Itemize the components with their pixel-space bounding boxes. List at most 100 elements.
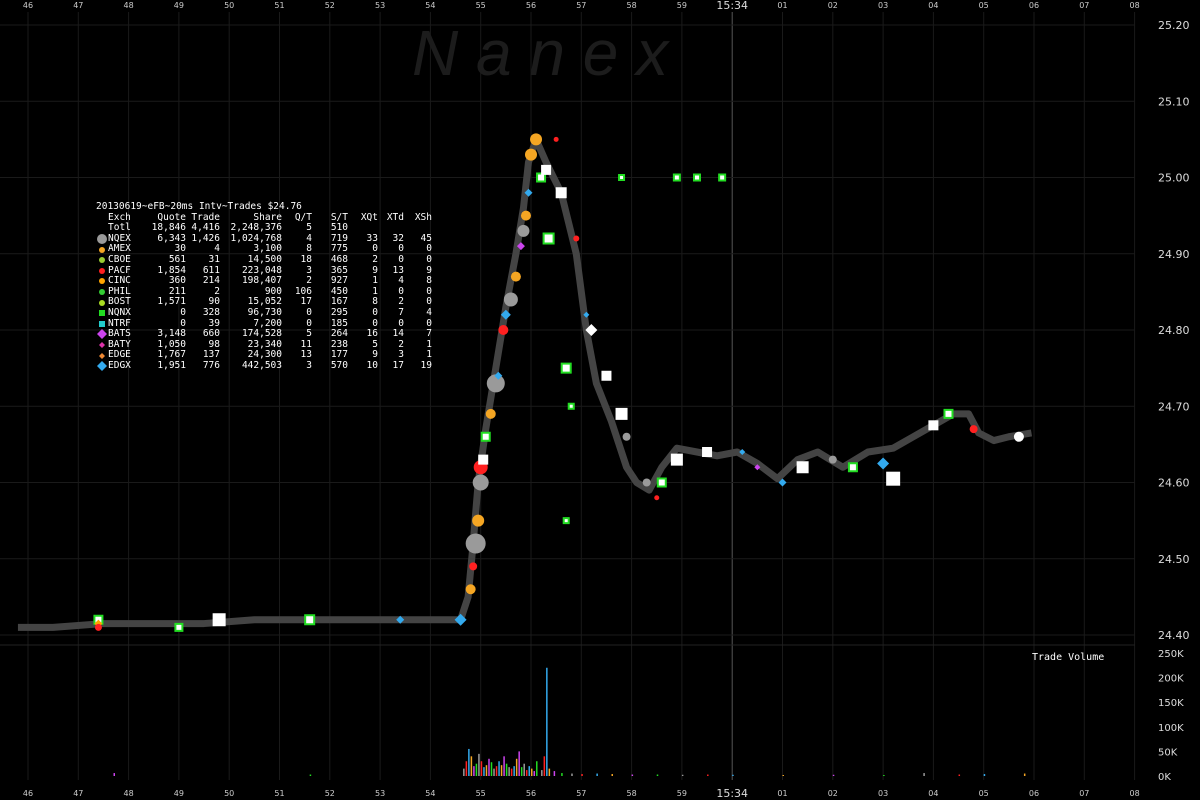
x-tick-label-bottom: 15:34 xyxy=(716,787,748,800)
legend-symbol-diamond-lg xyxy=(96,361,108,372)
x-tick-label-bottom: 53 xyxy=(375,789,385,798)
x-tick-label-bottom: 50 xyxy=(224,789,234,798)
legend-marker-icon xyxy=(99,299,105,306)
x-tick-label-bottom: 07 xyxy=(1079,789,1089,798)
legend-marker-shape xyxy=(99,320,105,327)
price-tick-label: 24.60 xyxy=(1158,477,1190,490)
volume-bar xyxy=(513,766,515,776)
legend-marker-icon xyxy=(99,267,105,274)
legend-cell-share: 14,500 xyxy=(247,253,282,265)
trade-marker xyxy=(472,514,485,527)
legend-cell-exch: CBOE xyxy=(108,253,131,265)
legend-symbol-circle xyxy=(96,266,108,277)
volume-bar xyxy=(611,774,613,776)
legend-cell-xtd: 0 xyxy=(398,253,404,265)
legend-symbol-circle xyxy=(96,255,108,266)
volume-bar xyxy=(465,761,468,776)
x-tick-label-top: 49 xyxy=(174,1,184,10)
volume-bar xyxy=(113,773,116,776)
legend-symbol-square xyxy=(96,319,108,330)
x-tick-label-bottom: 52 xyxy=(325,789,335,798)
trade-marker xyxy=(465,533,486,554)
trade-marker xyxy=(847,462,858,473)
trade-marker xyxy=(480,431,491,442)
x-axis-bottom: 46 47 48 49 50 51 52 53 54 55 56 57 58 59 15:34 01 02 03 0… xyxy=(23,787,1140,800)
legend-cell-xtd: 7 xyxy=(398,306,404,318)
volume-bar xyxy=(958,774,961,776)
trade-marker xyxy=(553,136,559,142)
trade-marker xyxy=(555,187,567,199)
legend-cell-share: 96,730 xyxy=(247,306,282,318)
price-axis: 25.20 25.10 25.00 24.90 24.80 24.70 24.60 24.50… xyxy=(1158,19,1190,642)
volume-bar xyxy=(656,774,659,776)
legend-row: EDGX 1,951 776 442,503 3 570 10 17 19 xyxy=(96,359,432,372)
x-tick-label-bottom: 49 xyxy=(174,789,184,798)
trade-volume-label: Trade Volume xyxy=(1032,652,1105,663)
volume-bar xyxy=(536,761,538,776)
x-tick-label-top: 46 xyxy=(23,1,33,10)
x-tick-label-bottom: 04 xyxy=(928,789,938,798)
volume-bar xyxy=(493,768,495,776)
legend-marker-shape xyxy=(99,352,105,359)
legend-header-spacer xyxy=(96,213,108,224)
volume-bar xyxy=(475,763,478,776)
legend-cell-quote: 1,951 xyxy=(157,359,186,371)
legend-header-cell: XQt xyxy=(360,211,378,223)
volume-bar xyxy=(473,766,475,776)
legend-symbol-circle xyxy=(96,276,108,287)
price-tick-label: 25.10 xyxy=(1158,95,1190,108)
trade-marker xyxy=(560,362,572,374)
legend-cell-st: 468 xyxy=(330,253,348,265)
volume-bars xyxy=(113,667,1026,776)
volume-bar xyxy=(498,761,500,776)
volume-bar xyxy=(488,758,490,776)
legend-cell-qt: 18 xyxy=(300,253,312,265)
volume-bar xyxy=(553,771,556,776)
volume-bar xyxy=(525,770,528,776)
trade-marker xyxy=(656,477,667,488)
legend-cell-xsh: 4 xyxy=(426,306,432,318)
trade-marker xyxy=(525,148,537,161)
trade-marker xyxy=(503,292,518,307)
volume-bar xyxy=(533,771,536,776)
volume-bar xyxy=(485,765,488,776)
chart-grid xyxy=(0,12,1136,780)
volume-bar xyxy=(503,756,505,776)
volume-bar xyxy=(543,756,546,776)
trade-marker xyxy=(485,408,496,419)
legend-symbol-square xyxy=(96,308,108,319)
volume-bar xyxy=(531,768,533,776)
trade-marker xyxy=(562,517,570,525)
x-tick-label-top: 58 xyxy=(627,1,637,10)
trade-marker xyxy=(510,271,521,282)
price-tick-label: 24.80 xyxy=(1158,324,1190,337)
x-tick-label-top: 02 xyxy=(828,1,838,10)
volume-bar xyxy=(923,773,925,776)
volume-bar xyxy=(523,763,525,776)
volume-bar xyxy=(596,773,598,776)
trade-marker xyxy=(573,235,580,242)
legend-cell-st: 295 xyxy=(330,306,348,318)
x-axis-top: 46 47 48 49 50 51 52 53 54 55 56 57 58 59 15:34 01 02 03 0… xyxy=(23,0,1140,12)
legend-cell-trade: 776 xyxy=(202,359,220,371)
volume-tick-label: 0K xyxy=(1158,772,1171,783)
legend-marker-shape xyxy=(97,234,107,245)
volume-bar xyxy=(541,770,543,776)
volume-bar xyxy=(681,774,684,776)
trade-marker xyxy=(615,407,628,420)
trade-marker xyxy=(469,562,478,571)
trade-marker xyxy=(718,173,727,182)
x-tick-label-top: 01 xyxy=(777,1,787,10)
legend-symbol-diamond xyxy=(96,340,108,351)
trade-marker xyxy=(542,232,555,245)
x-tick-label-bottom: 47 xyxy=(73,789,83,798)
legend-header-cell: XSh xyxy=(414,211,432,223)
legend-cell-xtd: 17 xyxy=(392,359,404,371)
volume-bar xyxy=(528,766,530,776)
x-tick-label-bottom: 57 xyxy=(576,789,586,798)
x-tick-label-top: 48 xyxy=(124,1,134,10)
volume-bar xyxy=(505,763,508,776)
x-tick-label-top: 57 xyxy=(576,1,586,10)
x-tick-label-top: 50 xyxy=(224,1,234,10)
price-tick-label: 24.40 xyxy=(1158,629,1190,642)
